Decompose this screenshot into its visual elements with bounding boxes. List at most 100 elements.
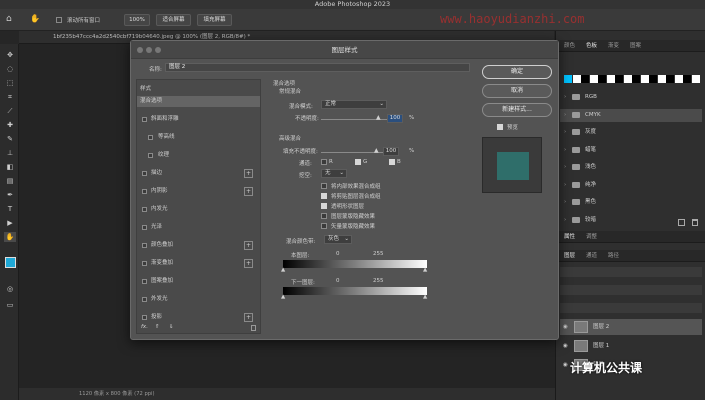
blend-if-select[interactable]: 灰色 ⌄ <box>324 235 352 244</box>
eye-icon[interactable]: ◉ <box>563 357 568 373</box>
type-tool-icon[interactable]: T <box>4 204 16 214</box>
channel-g-checkbox[interactable] <box>355 159 361 165</box>
style-item[interactable]: 渐变叠加 + <box>137 258 260 269</box>
style-item[interactable]: 投影 + <box>137 312 260 323</box>
opacity-input[interactable]: 100 <box>387 114 403 123</box>
swatch-0[interactable] <box>564 75 572 83</box>
channel-b-checkbox[interactable] <box>389 159 395 165</box>
style-item[interactable]: 图案叠加 <box>137 276 260 287</box>
tab-channels[interactable]: 通道 <box>586 250 597 262</box>
eye-icon[interactable]: ◉ <box>563 319 568 335</box>
swatch-11[interactable] <box>657 75 666 83</box>
channel-r-checkbox[interactable] <box>321 159 327 165</box>
style-checkbox[interactable] <box>142 171 147 176</box>
zoom-100-button[interactable]: 100% <box>124 14 150 26</box>
fill-opacity-input[interactable]: 100 <box>383 147 399 156</box>
style-item[interactable]: 混合选项 <box>137 96 260 107</box>
quick-select-tool-icon[interactable]: ⬚ <box>4 78 16 88</box>
pen-tool-icon[interactable]: ✒ <box>4 190 16 200</box>
foreground-color[interactable] <box>5 257 16 268</box>
new-style-button[interactable]: 新建样式... <box>482 103 552 117</box>
style-checkbox[interactable] <box>142 207 147 212</box>
style-item[interactable]: 颜色叠加 + <box>137 240 260 251</box>
this-layer-left-thumb[interactable]: ▲ <box>281 267 285 273</box>
lasso-tool-icon[interactable]: ◌ <box>4 64 16 74</box>
tab-adjustments[interactable]: 调整 <box>586 231 597 243</box>
style-checkbox[interactable] <box>142 225 147 230</box>
blend-option-checkbox[interactable] <box>321 183 327 189</box>
style-item[interactable]: 外发光 <box>137 294 260 305</box>
add-style-icon[interactable]: + <box>244 259 253 268</box>
swatch-15[interactable] <box>691 75 700 83</box>
quick-mask-icon[interactable]: ◎ <box>4 284 16 294</box>
style-item[interactable]: 描边 + <box>137 168 260 179</box>
maximize-dot-icon[interactable] <box>155 47 161 53</box>
eyedropper-tool-icon[interactable]: ⟋ <box>4 106 16 116</box>
style-checkbox[interactable] <box>142 117 147 122</box>
swatch-6[interactable] <box>615 75 623 83</box>
fill-screen-button[interactable]: 填充屏幕 <box>197 14 232 26</box>
delete-style-icon[interactable] <box>251 325 256 331</box>
style-checkbox[interactable] <box>148 135 153 140</box>
new-swatch-icon[interactable] <box>678 219 685 226</box>
style-checkbox[interactable] <box>142 297 147 302</box>
swatch-4[interactable] <box>598 75 606 83</box>
preview-checkbox[interactable] <box>497 124 503 130</box>
cancel-button[interactable]: 取消 <box>482 84 552 98</box>
swatch-folder[interactable]: › 灰度 <box>560 126 702 139</box>
tab-paths[interactable]: 路径 <box>608 250 619 262</box>
underlying-left-thumb[interactable]: ▲ <box>281 294 285 300</box>
path-select-tool-icon[interactable]: ▶ <box>4 218 16 228</box>
swatch-9[interactable] <box>640 75 649 83</box>
fill-opacity-slider-thumb[interactable]: ▲ <box>374 147 379 154</box>
tab-pattern[interactable]: 图案 <box>630 40 641 52</box>
fit-screen-button[interactable]: 适合屏幕 <box>156 14 191 26</box>
layer-row[interactable]: ◉ 图层 2 <box>560 319 702 335</box>
blend-option-checkbox[interactable] <box>321 193 327 199</box>
brush-tool-icon[interactable]: ✎ <box>4 134 16 144</box>
blend-option-checkbox[interactable] <box>321 223 327 229</box>
ok-button[interactable]: 确定 <box>482 65 552 79</box>
opacity-slider-thumb[interactable]: ▲ <box>376 114 381 121</box>
add-style-icon[interactable]: + <box>244 241 253 250</box>
eraser-tool-icon[interactable]: ◧ <box>4 162 16 172</box>
hand-tool-icon[interactable]: ✋ <box>30 14 40 23</box>
lock-bar[interactable] <box>560 303 702 313</box>
tab-layers[interactable]: 图层 <box>564 250 575 262</box>
blend-option-checkbox[interactable] <box>321 203 327 209</box>
swatch-10[interactable] <box>649 75 657 83</box>
swatch-folder[interactable]: › CMYK <box>560 108 702 122</box>
trash-icon[interactable] <box>692 219 698 226</box>
swatch-folder[interactable]: › RGB <box>560 91 702 104</box>
stamp-tool-icon[interactable]: ⊥ <box>4 148 16 158</box>
swatch-2[interactable] <box>581 75 589 83</box>
blend-mode-select[interactable]: 正常 ⌄ <box>321 100 387 109</box>
style-checkbox[interactable] <box>142 189 147 194</box>
fx-button[interactable]: fx. <box>141 324 148 330</box>
swatch-folder[interactable]: › 蜡笔 <box>560 144 702 157</box>
swatch-5[interactable] <box>606 75 615 83</box>
tab-swatches[interactable]: 色板 <box>586 40 597 52</box>
style-item[interactable]: 光泽 <box>137 222 260 233</box>
style-checkbox[interactable] <box>142 243 147 248</box>
gradient-tool-icon[interactable]: ▤ <box>4 176 16 186</box>
healing-tool-icon[interactable]: ✚ <box>4 120 16 130</box>
underlying-right-thumb[interactable]: ▲ <box>423 294 427 300</box>
style-checkbox[interactable] <box>142 261 147 266</box>
crop-tool-icon[interactable]: ⌗ <box>4 92 16 102</box>
swatch-1[interactable] <box>572 75 581 83</box>
tab-color[interactable]: 颜色 <box>564 40 575 52</box>
screen-mode-icon[interactable]: ▭ <box>4 300 16 310</box>
scroll-all-checkbox[interactable] <box>56 17 62 23</box>
tab-gradient[interactable]: 渐变 <box>608 40 619 52</box>
minimize-dot-icon[interactable] <box>146 47 152 53</box>
swatch-13[interactable] <box>674 75 683 83</box>
style-item[interactable]: 斜面和浮雕 <box>137 114 260 125</box>
move-tool-icon[interactable]: ✥ <box>4 50 16 60</box>
move-down-icon[interactable]: ⇓ <box>169 324 174 330</box>
blend-mode-bar[interactable] <box>560 285 702 295</box>
style-checkbox[interactable] <box>142 279 147 284</box>
hand-tool-icon-2[interactable]: ✋ <box>4 232 16 242</box>
knockout-select[interactable]: 无 ⌄ <box>321 169 347 178</box>
swatch-12[interactable] <box>666 75 674 83</box>
